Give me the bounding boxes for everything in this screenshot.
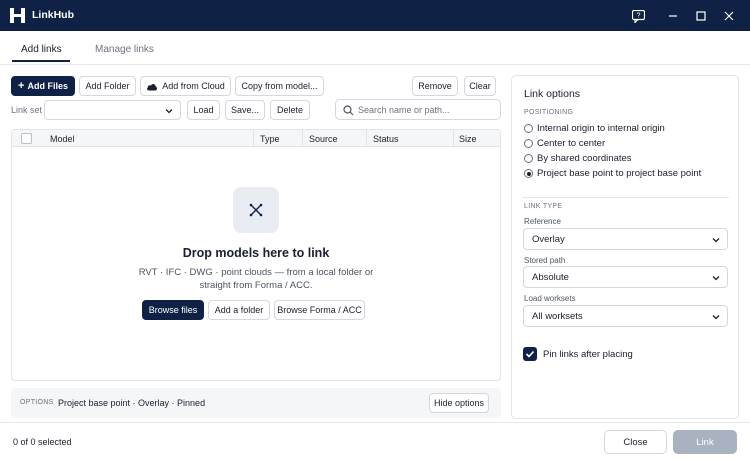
link-set-label: Link set <box>11 105 43 115</box>
chevron-down-icon <box>165 109 173 114</box>
options-summary-bar: OPTIONS Project base point · Overlay · P… <box>11 388 501 418</box>
footer-divider <box>0 422 750 423</box>
load-worksets-dropdown[interactable]: All worksets <box>523 305 728 327</box>
column-separator <box>302 130 303 147</box>
add-folder-button[interactable]: Add Folder <box>79 76 136 96</box>
column-separator <box>366 130 367 147</box>
column-header-status[interactable]: Status <box>373 134 399 144</box>
column-header-model[interactable]: Model <box>50 134 75 144</box>
radio-project-base-point[interactable] <box>524 169 533 178</box>
browse-forma-acc-button[interactable]: Browse Forma / ACC <box>274 300 365 320</box>
tab-bar: Add links Manage links <box>0 31 750 65</box>
tabs-divider <box>0 64 750 65</box>
radio-label-project-base-point[interactable]: Project base point to project base point <box>537 168 701 179</box>
radio-internal-origin[interactable] <box>524 124 533 133</box>
column-header-size[interactable]: Size <box>459 134 477 144</box>
stored-path-label: Stored path <box>524 256 566 265</box>
tab-add-links[interactable]: Add links <box>21 44 62 55</box>
table-header: Model Type Source Status Size <box>12 130 500 147</box>
plus-icon: + <box>18 80 25 92</box>
clear-button[interactable]: Clear <box>464 76 496 96</box>
stored-path-dropdown[interactable]: Absolute <box>523 266 728 288</box>
column-separator <box>253 130 254 147</box>
column-separator <box>453 130 454 147</box>
close-icon[interactable] <box>720 7 738 25</box>
link-type-section-label: LINK TYPE <box>524 203 563 210</box>
radio-label-center-to-center[interactable]: Center to center <box>537 138 605 149</box>
reference-value: Overlay <box>532 234 565 245</box>
drop-zone-description: RVT · IFC · DWG · point clouds — from a … <box>138 267 374 291</box>
window-title: LinkHub <box>32 9 74 21</box>
maximize-icon[interactable] <box>692 7 710 25</box>
active-tab-indicator <box>12 60 70 62</box>
chevron-down-icon <box>712 315 720 320</box>
link-options-panel: Link options POSITIONING Internal origin… <box>511 75 739 419</box>
svg-text:?: ? <box>636 12 640 19</box>
add-a-folder-button[interactable]: Add a folder <box>208 300 270 320</box>
link-set-select[interactable] <box>44 100 181 120</box>
pin-links-checkbox[interactable] <box>523 347 537 361</box>
options-label: OPTIONS <box>20 399 54 406</box>
panel-divider <box>522 197 729 198</box>
load-button[interactable]: Load <box>187 100 220 120</box>
delete-button[interactable]: Delete <box>270 100 310 120</box>
stored-path-value: Absolute <box>532 272 569 283</box>
column-header-source[interactable]: Source <box>309 134 338 144</box>
panel-title: Link options <box>524 88 581 100</box>
search-input[interactable]: Search name or path... <box>335 99 501 120</box>
column-header-type[interactable]: Type <box>260 134 280 144</box>
close-button[interactable]: Close <box>604 430 667 454</box>
browse-files-button[interactable]: Browse files <box>142 300 204 320</box>
cloud-icon <box>147 83 158 90</box>
link-cross-icon <box>249 203 263 217</box>
select-all-checkbox[interactable] <box>21 133 32 144</box>
search-placeholder: Search name or path... <box>358 105 450 115</box>
save-button[interactable]: Save... <box>225 100 265 120</box>
add-files-button[interactable]: + Add Files <box>11 76 75 96</box>
reference-dropdown[interactable]: Overlay <box>523 228 728 250</box>
checkmark-icon <box>525 350 535 358</box>
positioning-section-label: POSITIONING <box>524 109 574 116</box>
reference-label: Reference <box>524 217 561 226</box>
chevron-down-icon <box>712 276 720 281</box>
add-from-cloud-button[interactable]: Add from Cloud <box>140 76 231 96</box>
link-button[interactable]: Link <box>673 430 737 454</box>
options-summary: Project base point · Overlay · Pinned <box>58 398 206 408</box>
search-icon <box>343 105 354 116</box>
radio-label-internal-origin[interactable]: Internal origin to internal origin <box>537 123 665 134</box>
minimize-icon[interactable] <box>664 7 682 25</box>
app-logo-icon <box>10 8 25 23</box>
radio-label-shared-coordinates[interactable]: By shared coordinates <box>537 153 632 164</box>
chevron-down-icon <box>712 238 720 243</box>
hide-options-button[interactable]: Hide options <box>429 393 489 413</box>
load-worksets-value: All worksets <box>532 311 583 322</box>
radio-shared-coordinates[interactable] <box>524 154 533 163</box>
radio-center-to-center[interactable] <box>524 139 533 148</box>
remove-button[interactable]: Remove <box>412 76 458 96</box>
feedback-icon[interactable]: ? <box>629 7 647 25</box>
pin-links-label[interactable]: Pin links after placing <box>543 349 633 360</box>
drop-zone-title: Drop models here to link <box>182 246 330 260</box>
copy-from-model-button[interactable]: Copy from model... <box>235 76 324 96</box>
title-bar: LinkHub ? <box>0 0 750 31</box>
tab-manage-links[interactable]: Manage links <box>95 44 154 55</box>
load-worksets-label: Load worksets <box>524 294 576 303</box>
drop-zone-icon-tile <box>233 187 279 233</box>
selection-status: 0 of 0 selected <box>13 437 72 447</box>
